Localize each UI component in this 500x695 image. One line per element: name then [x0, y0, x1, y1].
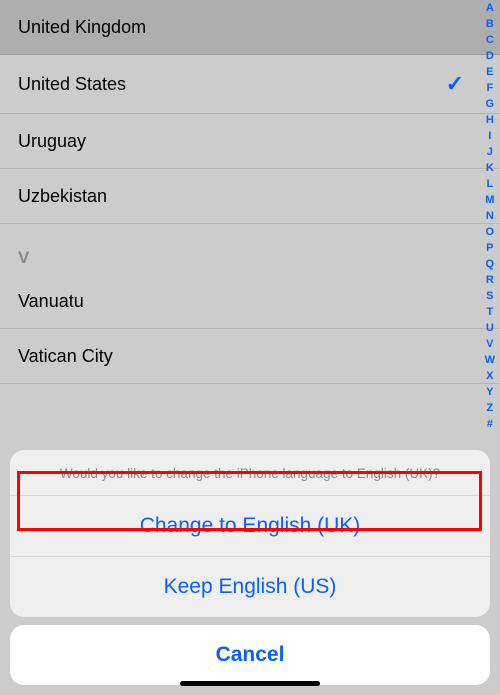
change-language-button[interactable]: Change to English (UK) — [10, 496, 490, 557]
cancel-group: Cancel — [10, 625, 490, 685]
list-item[interactable]: Vatican City — [0, 329, 500, 384]
index-letter[interactable]: W — [482, 352, 498, 368]
list-item[interactable]: United Kingdom — [0, 0, 500, 55]
index-letter[interactable]: Z — [482, 400, 498, 416]
index-letter[interactable]: K — [482, 160, 498, 176]
index-letter[interactable]: F — [482, 80, 498, 96]
list-item[interactable]: Uruguay — [0, 114, 500, 169]
country-label: Uzbekistan — [18, 186, 107, 207]
country-label: Vanuatu — [18, 291, 84, 312]
section-header-v: V — [0, 240, 500, 274]
checkmark-icon: ✓ — [446, 71, 464, 97]
index-letter[interactable]: E — [482, 64, 498, 80]
index-letter[interactable]: A — [482, 0, 498, 16]
index-letter[interactable]: N — [482, 208, 498, 224]
index-letter[interactable]: M — [482, 192, 498, 208]
index-letter[interactable]: S — [482, 288, 498, 304]
index-letter[interactable]: C — [482, 32, 498, 48]
index-letter[interactable]: # — [482, 416, 498, 432]
index-letter[interactable]: L — [482, 176, 498, 192]
index-letter[interactable]: R — [482, 272, 498, 288]
index-letter[interactable]: B — [482, 16, 498, 32]
list-item[interactable]: Uzbekistan — [0, 169, 500, 224]
home-indicator[interactable] — [180, 681, 320, 686]
index-letter[interactable]: Q — [482, 256, 498, 272]
index-letter[interactable]: T — [482, 304, 498, 320]
index-letter[interactable]: U — [482, 320, 498, 336]
index-letter[interactable]: P — [482, 240, 498, 256]
cancel-button[interactable]: Cancel — [10, 625, 490, 685]
country-label: United States — [18, 74, 126, 95]
index-letter[interactable]: J — [482, 144, 498, 160]
list-item[interactable]: Vanuatu — [0, 274, 500, 329]
action-sheet: Would you like to change the iPhone lang… — [0, 450, 500, 695]
action-sheet-prompt: Would you like to change the iPhone lang… — [10, 450, 490, 496]
index-letter[interactable]: H — [482, 112, 498, 128]
country-label: Vatican City — [18, 346, 113, 367]
index-letter[interactable]: I — [482, 128, 498, 144]
keep-language-button[interactable]: Keep English (US) — [10, 557, 490, 617]
index-letter[interactable]: G — [482, 96, 498, 112]
index-letter[interactable]: X — [482, 368, 498, 384]
country-label: Uruguay — [18, 131, 86, 152]
index-letter[interactable]: O — [482, 224, 498, 240]
list-item[interactable]: United States ✓ — [0, 55, 500, 114]
alphabet-index[interactable]: A B C D E F G H I J K L M N O P Q R S T … — [482, 0, 498, 432]
country-label: United Kingdom — [18, 17, 146, 38]
action-sheet-group: Would you like to change the iPhone lang… — [10, 450, 490, 617]
index-letter[interactable]: D — [482, 48, 498, 64]
index-letter[interactable]: V — [482, 336, 498, 352]
index-letter[interactable]: Y — [482, 384, 498, 400]
